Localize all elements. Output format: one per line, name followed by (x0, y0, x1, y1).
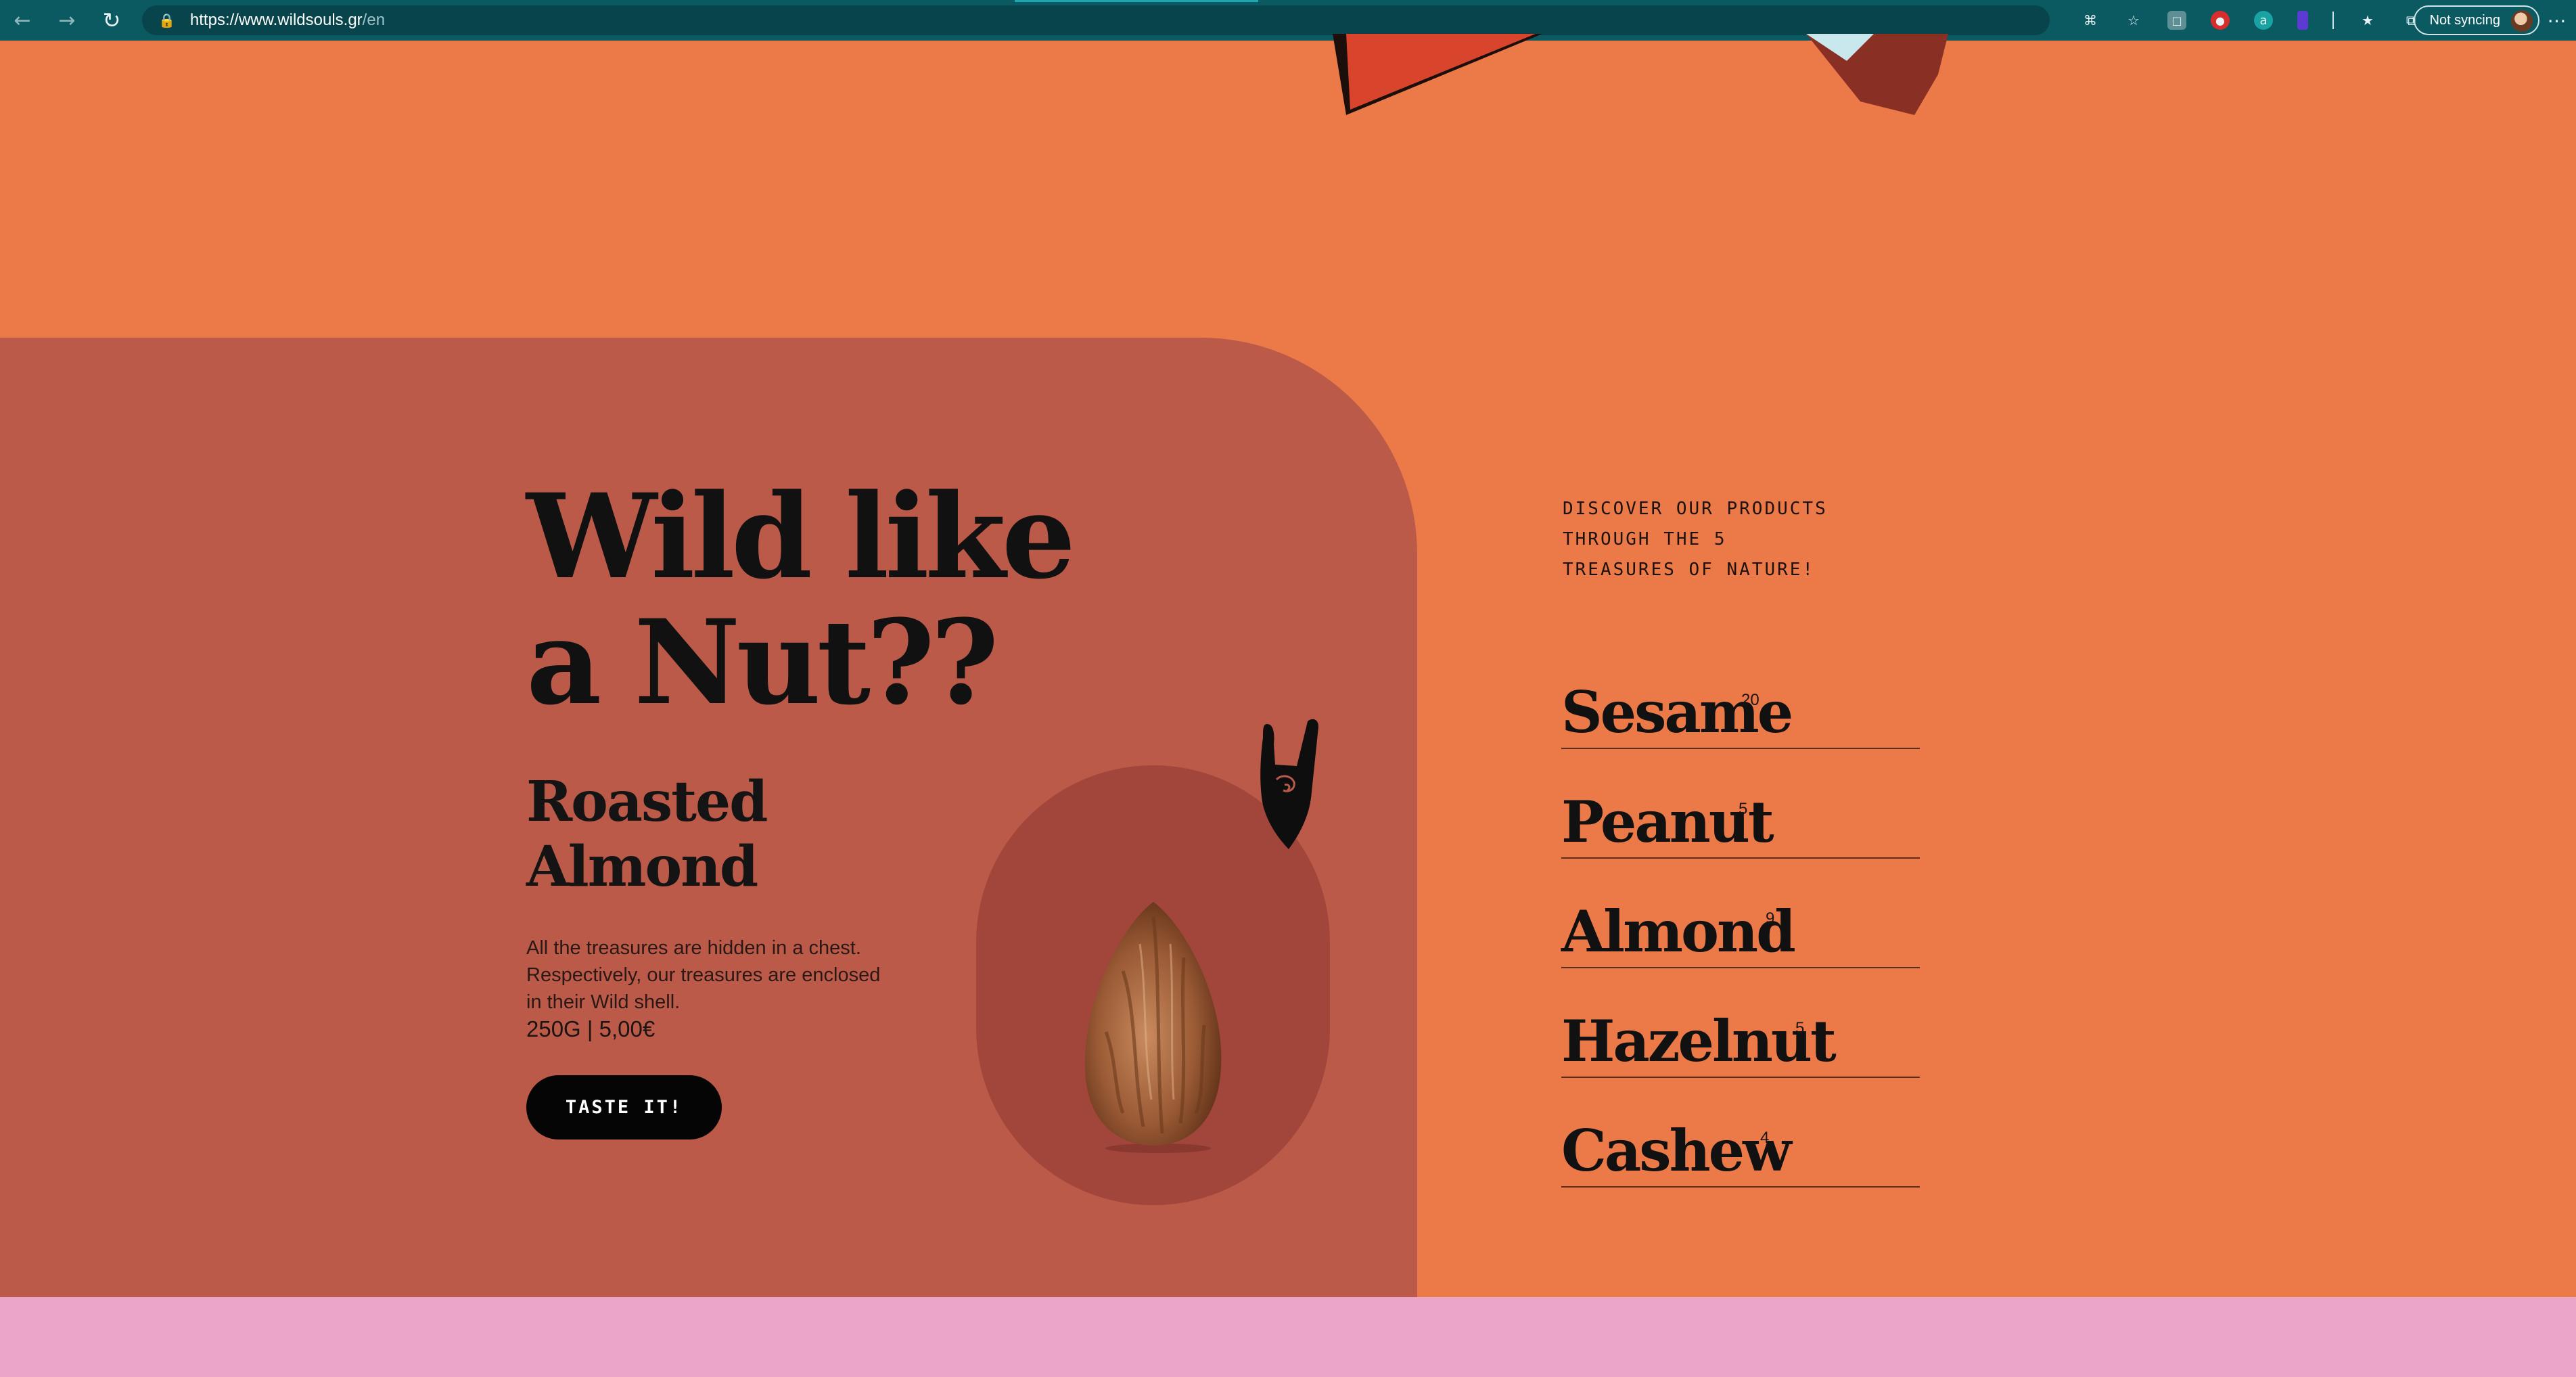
favorites-icon[interactable]: ★ (2358, 11, 2377, 30)
treasure-list: Sesame 20 Peanut 5 Almond 9 Hazelnut 5 C… (1561, 665, 1920, 1188)
lock-icon[interactable]: 🔒 (158, 12, 175, 28)
url-host: https://www.wildsouls.gr (189, 11, 363, 29)
extension-grey-icon[interactable]: □ (2167, 11, 2186, 30)
favorite-add-icon[interactable]: ☆ (2124, 11, 2143, 30)
discover-intro: DISCOVER OUR PRODUCTS THROUGH THE 5 TREA… (1563, 499, 1828, 580)
next-section-band (0, 1297, 2576, 1377)
extension-purple-icon[interactable] (2297, 11, 2308, 30)
extensions-row: ⌘ ☆ □ ● a ★ ⧉ (2081, 0, 2420, 41)
back-arrow-icon[interactable]: ← (0, 0, 45, 41)
treasure-item-hazelnut[interactable]: Hazelnut 5 (1561, 968, 1920, 1078)
treasure-name: Sesame (1561, 679, 1793, 746)
treasure-count: 4 (1760, 1129, 1770, 1147)
reload-icon[interactable]: ↻ (89, 0, 134, 41)
treasure-name: Almond (1561, 898, 1796, 965)
hero-title: Wild like a Nut?? (526, 468, 1076, 731)
rock-hand-icon (1260, 719, 1318, 849)
product-price: 250G | 5,00€ (526, 1016, 656, 1041)
treasure-item-almond[interactable]: Almond 9 (1561, 859, 1920, 968)
treasure-name: Cashew (1561, 1117, 1791, 1184)
product-description: All the treasures are hidden in a chest.… (526, 937, 881, 1013)
treasure-item-cashew[interactable]: Cashew 4 (1561, 1078, 1920, 1188)
sync-label: Not syncing (2429, 12, 2501, 28)
taste-it-button[interactable]: TASTE IT! (526, 1075, 722, 1139)
profile-avatar (2511, 10, 2533, 32)
url-path: /en (362, 11, 386, 29)
extension-red-icon[interactable]: ● (2211, 11, 2230, 30)
more-icon[interactable]: ⋯ (2544, 0, 2571, 41)
top-product-image-fragment (1333, 34, 1948, 115)
product-name: Roasted Almond (526, 769, 768, 899)
page-content: Wild like a Nut?? Roasted Almond All the… (0, 34, 2576, 1377)
treasure-count: 5 (1739, 800, 1748, 818)
address-bar[interactable]: 🔒 https://www.wildsouls.gr /en (142, 5, 2050, 35)
sync-button[interactable]: Not syncing (2413, 5, 2539, 35)
toolbar-divider (2332, 12, 2334, 29)
treasure-item-peanut[interactable]: Peanut 5 (1561, 749, 1920, 859)
almond-image (1084, 902, 1222, 1153)
extension-teal-icon[interactable]: a (2254, 11, 2273, 30)
forward-arrow-icon[interactable]: → (45, 0, 89, 41)
treasure-name: Hazelnut (1561, 1008, 1837, 1075)
treasure-count: 9 (1766, 909, 1775, 928)
treasure-count: 5 (1795, 1019, 1805, 1037)
treasure-count: 20 (1741, 691, 1760, 709)
apps-icon[interactable]: ⌘ (2081, 11, 2100, 30)
browser-toolbar: ← → ↻ 🔒 https://www.wildsouls.gr /en ⌘ ☆… (0, 0, 2576, 41)
treasure-item-sesame[interactable]: Sesame 20 (1561, 665, 1920, 749)
loading-indicator (1015, 0, 1258, 2)
